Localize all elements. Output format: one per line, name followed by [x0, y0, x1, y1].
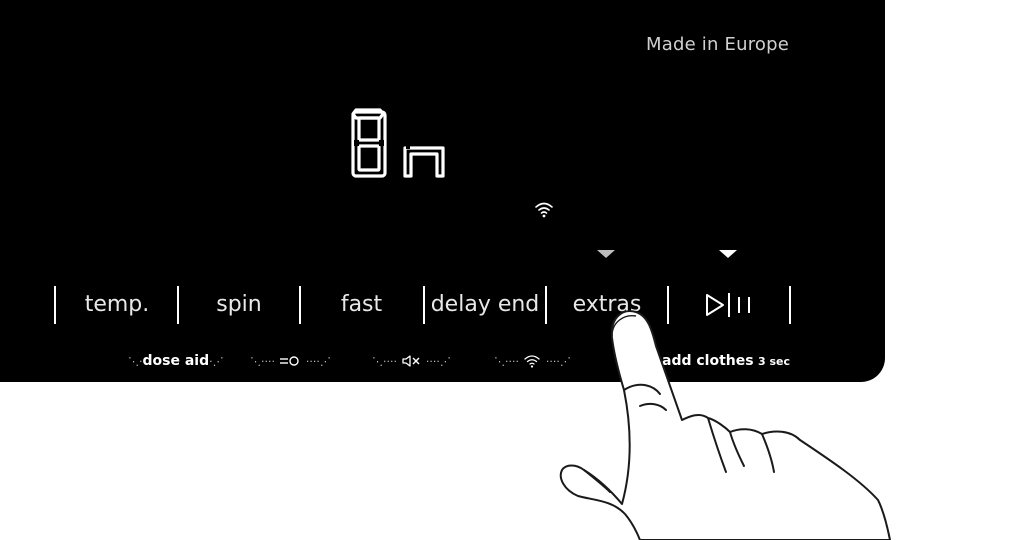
start-pause-button[interactable] [671, 282, 787, 328]
separator [177, 286, 179, 324]
brand-text: Made in Europe [646, 34, 790, 55]
extras-button[interactable]: extras [549, 282, 665, 328]
mute-icon [402, 355, 420, 367]
child-lock-hold: ⋱···· ····⋰ [250, 355, 331, 368]
start-pause-icon [706, 293, 750, 317]
wifi-icon [524, 355, 541, 368]
add-clothes-label: add clothes 3 sec [662, 353, 791, 369]
delay-end-button[interactable]: delay end [427, 282, 543, 328]
separator [423, 286, 425, 324]
start-indicator-arrow [719, 250, 737, 258]
fast-button[interactable]: fast [303, 282, 420, 328]
stage: Made in Europe On [0, 0, 1029, 540]
wifi-hold: ⋱···· ····⋰ [494, 355, 571, 368]
seven-segment-display: On [351, 108, 445, 178]
separator [667, 286, 669, 324]
separator [299, 286, 301, 324]
separator [545, 286, 547, 324]
wifi-icon [535, 202, 553, 218]
control-panel: Made in Europe On [0, 0, 885, 382]
button-row: temp. spin fast delay end extras [0, 282, 885, 328]
dose-aid-label: ⋱·dose aid·⋰ [128, 353, 224, 369]
hold-functions-row: ⋱·dose aid·⋰ ⋱···· ····⋰ ⋱···· ····⋰ ⋱··… [0, 350, 885, 372]
temp-button[interactable]: temp. [60, 282, 174, 328]
separator [789, 286, 791, 324]
extras-indicator-arrow [597, 250, 615, 258]
spin-button[interactable]: spin [181, 282, 297, 328]
child-lock-icon [280, 356, 300, 366]
mute-hold: ⋱···· ····⋰ [372, 355, 451, 368]
separator [54, 286, 56, 324]
